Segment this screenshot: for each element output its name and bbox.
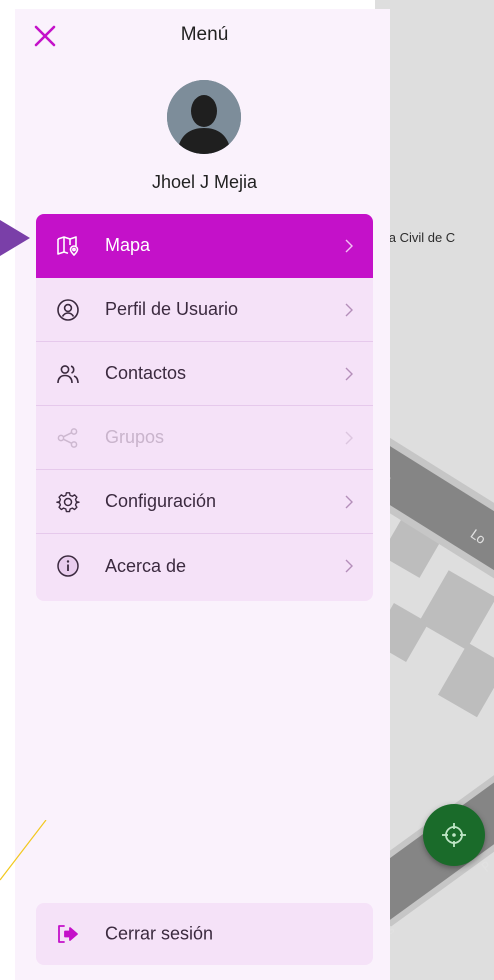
chevron-right-icon bbox=[343, 494, 355, 510]
user-name: Jhoel J Mejia bbox=[151, 172, 258, 192]
menu-item-label: Acerca de bbox=[105, 555, 187, 576]
menu-title: Menú bbox=[180, 24, 229, 45]
menu-item-grupos[interactable]: Grupos bbox=[36, 406, 373, 470]
avatar[interactable] bbox=[167, 80, 241, 154]
share-icon bbox=[56, 426, 80, 450]
contacts-icon bbox=[56, 362, 80, 386]
menu-item-label: Contactos bbox=[105, 363, 187, 383]
menu-item-contactos[interactable]: Contactos bbox=[36, 342, 373, 406]
chevron-right-icon bbox=[343, 430, 355, 446]
map-icon bbox=[56, 234, 80, 258]
user-silhouette-icon bbox=[167, 80, 241, 154]
crosshair-icon bbox=[442, 823, 466, 847]
user-circle-icon bbox=[56, 298, 80, 322]
logout-button[interactable]: Cerrar sesión bbox=[36, 903, 373, 965]
menu-item-perfil[interactable]: Perfil de Usuario bbox=[36, 278, 373, 342]
menu-item-mapa[interactable]: Mapa bbox=[36, 214, 373, 278]
menu-list: Mapa Perfil de Usuario Contactos Grupos … bbox=[36, 214, 373, 601]
logout-icon bbox=[56, 922, 80, 946]
info-icon bbox=[56, 554, 80, 578]
chevron-right-icon bbox=[343, 558, 355, 574]
menu-item-label: Configuración bbox=[105, 491, 217, 511]
menu-item-configuracion[interactable]: Configuración bbox=[36, 470, 373, 534]
menu-item-acerca[interactable]: Acerca de bbox=[36, 534, 373, 598]
pointer-arrow-icon bbox=[0, 220, 30, 256]
menu-item-label: Mapa bbox=[105, 235, 151, 255]
decorative-line bbox=[0, 820, 47, 881]
gear-icon bbox=[56, 490, 80, 514]
chevron-right-icon bbox=[343, 302, 355, 318]
chevron-right-icon bbox=[343, 238, 355, 254]
menu-item-label: Perfil de Usuario bbox=[105, 299, 239, 319]
menu-item-label: Grupos bbox=[105, 427, 165, 447]
chevron-right-icon bbox=[343, 366, 355, 382]
locate-me-button[interactable] bbox=[423, 804, 485, 866]
logout-label: Cerrar sesión bbox=[105, 923, 214, 944]
